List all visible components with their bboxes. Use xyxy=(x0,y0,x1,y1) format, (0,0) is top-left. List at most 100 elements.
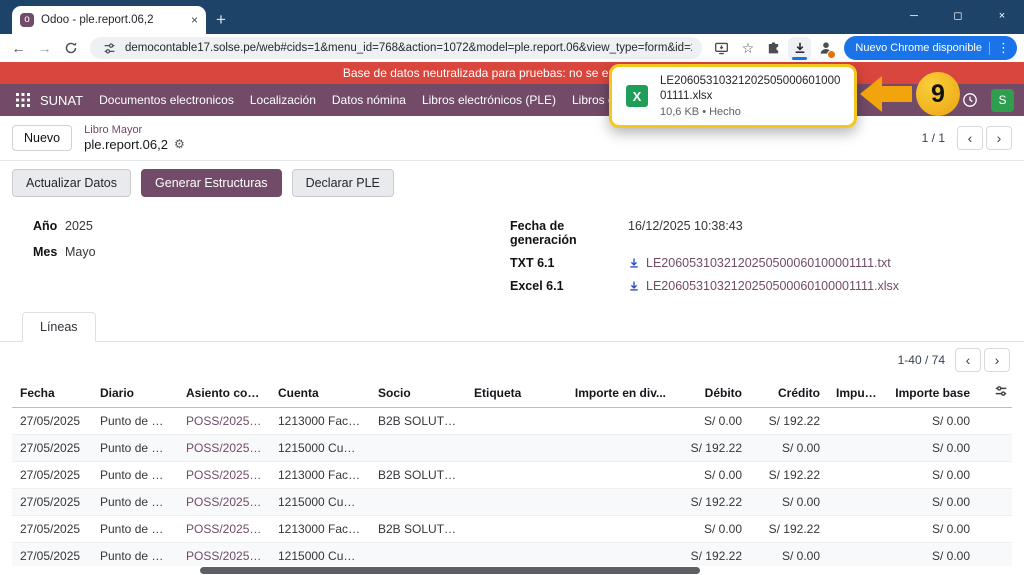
new-record-button[interactable]: Nuevo xyxy=(12,125,73,151)
chrome-update-button[interactable]: Nuevo Chrome disponible ⋮ xyxy=(844,36,1017,60)
form-fields-right: Fecha de generación 16/12/2025 10:38:43 TX… xyxy=(510,219,1004,302)
browser-tab[interactable]: o Odoo - ple.report.06,2 × xyxy=(12,6,206,34)
cell xyxy=(370,434,466,462)
refresh-icon[interactable] xyxy=(59,37,82,60)
column-header[interactable]: Importe base xyxy=(886,378,978,408)
column-settings-icon[interactable] xyxy=(978,378,1012,408)
field-label: TXT 6.1 xyxy=(510,256,555,270)
statusbar-actions: Actualizar Datos Generar Estructuras Decla… xyxy=(0,160,1024,205)
window-controls: ─ ◻ × xyxy=(892,0,1024,33)
annotation-step-number: 9 xyxy=(916,72,960,116)
field-value: Mayo xyxy=(65,245,96,259)
breadcrumb-parent-link[interactable]: Libro Mayor xyxy=(84,124,185,137)
app-brand[interactable]: SUNAT xyxy=(40,93,83,108)
nav-item[interactable]: Libros electrónicos (PLE) xyxy=(414,84,564,116)
record-link[interactable]: POSS/2025/05/0... xyxy=(178,434,270,462)
action-button[interactable]: Generar Estructuras xyxy=(141,169,282,197)
site-settings-icon[interactable] xyxy=(100,39,118,57)
cell xyxy=(828,515,886,543)
extensions-puzzle-icon[interactable] xyxy=(762,37,785,60)
column-header[interactable]: Socio xyxy=(370,378,466,408)
cell xyxy=(978,461,1012,489)
pager-next-button[interactable]: › xyxy=(986,126,1012,150)
file-download-link[interactable]: LE2060531032120250500060100001111.txt xyxy=(628,256,891,270)
nav-item[interactable]: Documentos electronicos xyxy=(91,84,242,116)
file-download-link[interactable]: LE2060531032120250500060100001111.xlsx xyxy=(628,279,899,293)
column-header[interactable]: Cuenta xyxy=(270,378,370,408)
column-header[interactable]: Diario xyxy=(92,378,178,408)
field-label: Fecha de generación xyxy=(510,219,577,247)
omnibox[interactable]: democontable17.solse.pe/web#cids=1&menu_… xyxy=(90,37,703,59)
cell: 1213000 Facturas... xyxy=(270,407,370,435)
table-row[interactable]: 27/05/2025Punto de VentaPOSS/2025/05/0..… xyxy=(12,488,1012,516)
record-link[interactable]: POSS/2025/05/0... xyxy=(178,488,270,516)
annotation-arrow-icon xyxy=(860,76,882,112)
profile-avatar-icon[interactable] xyxy=(814,37,837,60)
tab-close-icon[interactable]: × xyxy=(191,13,198,27)
cell: S/ 192.22 xyxy=(674,488,750,516)
field-label: Año xyxy=(33,219,58,233)
column-header[interactable]: Asiento contable xyxy=(178,378,270,408)
window-close-button[interactable]: × xyxy=(980,0,1024,33)
cell: B2B SOLUTIONS ... xyxy=(370,407,466,435)
list-pager-next-button[interactable]: › xyxy=(984,348,1010,372)
browser-menu-kebab-icon[interactable]: ⋮ xyxy=(997,40,1010,56)
bookmark-star-icon[interactable]: ☆ xyxy=(736,37,759,60)
cell: 1215000 Cuentas... xyxy=(270,434,370,462)
cell xyxy=(828,434,886,462)
scrollbar-thumb[interactable] xyxy=(200,567,700,574)
table-header-row: FechaDiarioAsiento contableCuentaSocioEt… xyxy=(12,378,1012,408)
column-header[interactable]: Crédito xyxy=(750,378,828,408)
cell xyxy=(828,461,886,489)
download-notification[interactable]: X LE2060531032120250500060100001111.xlsx… xyxy=(609,64,857,128)
column-header[interactable]: Impuesto xyxy=(828,378,886,408)
table-row[interactable]: 27/05/2025Punto de VentaPOSS/2025/05/0..… xyxy=(12,434,1012,462)
table-row[interactable]: 27/05/2025Punto de VentaPOSS/2025/05/0..… xyxy=(12,407,1012,435)
cell: B2B SOLUTIONS ... xyxy=(370,515,466,543)
cell: 27/05/2025 xyxy=(12,488,92,516)
url-input[interactable]: democontable17.solse.pe/web#cids=1&menu_… xyxy=(125,42,692,54)
window-maximize-button[interactable]: ◻ xyxy=(936,0,980,33)
cell: S/ 192.22 xyxy=(750,461,828,489)
activities-clock-icon[interactable] xyxy=(957,92,983,108)
table-row[interactable]: 27/05/2025Punto de VentaPOSS/2025/05/0..… xyxy=(12,461,1012,489)
record-actions-gear-icon[interactable]: ⚙ xyxy=(174,137,185,151)
tab-lineas[interactable]: Líneas xyxy=(22,312,96,342)
table-row[interactable]: 27/05/2025Punto de VentaPOSS/2025/05/0..… xyxy=(12,515,1012,543)
cell: S/ 0.00 xyxy=(674,461,750,489)
forward-icon[interactable]: → xyxy=(33,37,56,60)
column-header[interactable]: Importe en div... xyxy=(566,378,674,408)
cell xyxy=(566,407,674,435)
nav-item[interactable]: Datos nómina xyxy=(324,84,414,116)
new-tab-button[interactable]: + xyxy=(216,11,226,28)
cell xyxy=(466,407,566,435)
list-pager-prev-button[interactable]: ‹ xyxy=(955,348,981,372)
record-link[interactable]: POSS/2025/05/0... xyxy=(178,515,270,543)
cell xyxy=(978,515,1012,543)
window-minimize-button[interactable]: ─ xyxy=(892,0,936,33)
downloads-icon[interactable] xyxy=(788,36,812,60)
cell: S/ 0.00 xyxy=(674,515,750,543)
cell: 1213000 Facturas... xyxy=(270,515,370,543)
record-link[interactable]: POSS/2025/05/0... xyxy=(178,407,270,435)
horizontal-scrollbar[interactable] xyxy=(0,566,1024,575)
column-header[interactable]: Fecha xyxy=(12,378,92,408)
apps-grid-icon[interactable] xyxy=(10,93,36,107)
nav-item[interactable]: Localización xyxy=(242,84,324,116)
lines-table: FechaDiarioAsiento contableCuentaSocioEt… xyxy=(12,378,1012,570)
column-header[interactable]: Etiqueta xyxy=(466,378,566,408)
action-button[interactable]: Declarar PLE xyxy=(291,169,394,197)
breadcrumb-current: ple.report.06,2 xyxy=(84,136,168,152)
svg-text:X: X xyxy=(633,89,642,104)
column-header[interactable]: Débito xyxy=(674,378,750,408)
user-avatar[interactable]: S xyxy=(991,88,1014,112)
download-icon xyxy=(628,280,640,292)
tab-title: Odoo - ple.report.06,2 xyxy=(41,14,154,26)
cell xyxy=(566,434,674,462)
action-button[interactable]: Actualizar Datos xyxy=(12,169,132,197)
pager-prev-button[interactable]: ‹ xyxy=(957,126,983,150)
record-link[interactable]: POSS/2025/05/0... xyxy=(178,461,270,489)
install-page-icon[interactable] xyxy=(710,37,733,60)
cell xyxy=(370,488,466,516)
back-icon[interactable]: ← xyxy=(7,37,30,60)
